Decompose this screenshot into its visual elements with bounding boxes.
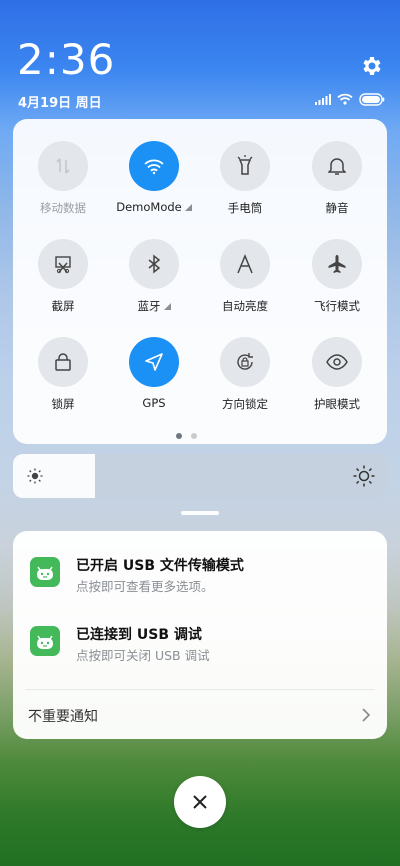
tile-label: 方向锁定	[222, 397, 268, 411]
tile-eye-protection[interactable]: 护眼模式	[291, 337, 383, 412]
tile-screenshot[interactable]: 截屏	[17, 239, 109, 314]
lock-icon	[38, 337, 88, 387]
signal-corner-icon	[184, 204, 192, 211]
wifi-status-icon	[337, 93, 353, 105]
status-date: 4月19日 周日	[18, 96, 102, 111]
tile-bluetooth[interactable]: 蓝牙	[108, 239, 200, 314]
status-icons	[315, 92, 385, 106]
bluetooth-icon	[129, 239, 179, 289]
notification-title: 已连接到 USB 调试	[76, 627, 202, 643]
airplane-icon	[312, 239, 362, 289]
drag-handle[interactable]	[181, 511, 219, 515]
tile-rotation-lock[interactable]: 方向锁定	[199, 337, 291, 412]
bell-icon	[312, 141, 362, 191]
tile-label: GPS	[142, 396, 166, 410]
battery-icon	[359, 92, 385, 106]
eye-icon	[312, 337, 362, 387]
tile-label: 蓝牙	[137, 299, 161, 313]
flashlight-icon	[220, 141, 270, 191]
signal-corner-icon	[163, 303, 171, 310]
location-icon	[129, 337, 179, 387]
tile-auto-brightness[interactable]: 自动亮度	[199, 239, 291, 314]
quick-settings-panel: 移动数据 DemoMode 手电筒 静音 截屏 蓝牙 自动亮度 飞行模式 锁屏 …	[13, 119, 387, 444]
android-app-icon	[30, 557, 60, 587]
tile-wifi[interactable]: DemoMode	[108, 141, 200, 214]
close-button[interactable]	[174, 776, 226, 828]
screenshot-icon	[38, 239, 88, 289]
tile-label: 锁屏	[51, 397, 75, 411]
tile-label: DemoMode	[116, 200, 182, 214]
divider	[25, 689, 375, 690]
brightness-low-icon	[27, 468, 43, 484]
signal-icon	[315, 93, 331, 105]
tile-label: 护眼模式	[314, 397, 360, 411]
mobile-data-icon	[38, 141, 88, 191]
settings-gear-icon[interactable]	[360, 54, 384, 78]
rotation-lock-icon	[220, 337, 270, 387]
tile-mobile-data[interactable]: 移动数据	[17, 141, 109, 216]
page-dot	[191, 433, 197, 439]
notification-usb-debugging[interactable]: 已连接到 USB 调试 点按即可关闭 USB 调试	[13, 624, 387, 684]
wifi-icon	[129, 141, 179, 191]
notification-usb-transfer[interactable]: 已开启 USB 文件传输模式 点按即可查看更多选项。	[13, 555, 387, 615]
notification-title: 已开启 USB 文件传输模式	[76, 558, 244, 574]
auto-brightness-icon	[220, 239, 270, 289]
notification-subtitle: 点按即可查看更多选项。	[76, 579, 214, 594]
tile-label: 截屏	[51, 299, 75, 313]
chevron-right-icon[interactable]	[359, 707, 373, 723]
tile-silent[interactable]: 静音	[291, 141, 383, 216]
tile-label: 飞行模式	[314, 299, 360, 313]
brightness-slider[interactable]	[13, 454, 387, 498]
tile-label: 自动亮度	[222, 299, 268, 313]
page-indicator	[176, 433, 197, 439]
page-dot-active	[176, 433, 182, 439]
tile-label: 静音	[325, 201, 349, 215]
tile-label: 移动数据	[40, 201, 86, 215]
brightness-fill	[13, 454, 96, 498]
tile-label: 手电筒	[227, 201, 263, 215]
tile-lock-screen[interactable]: 锁屏	[17, 337, 109, 412]
notification-card: 已开启 USB 文件传输模式 点按即可查看更多选项。 已连接到 USB 调试 点…	[13, 531, 387, 739]
tile-gps[interactable]: GPS	[108, 337, 200, 410]
notification-subtitle: 点按即可关闭 USB 调试	[76, 648, 210, 663]
unimportant-notifications-link[interactable]: 不重要通知	[28, 706, 98, 726]
android-app-icon	[30, 626, 60, 656]
brightness-high-icon	[353, 465, 375, 487]
tile-airplane[interactable]: 飞行模式	[291, 239, 383, 314]
status-time: 2:36	[17, 35, 116, 84]
tile-flashlight[interactable]: 手电筒	[199, 141, 291, 216]
close-icon	[193, 795, 207, 809]
